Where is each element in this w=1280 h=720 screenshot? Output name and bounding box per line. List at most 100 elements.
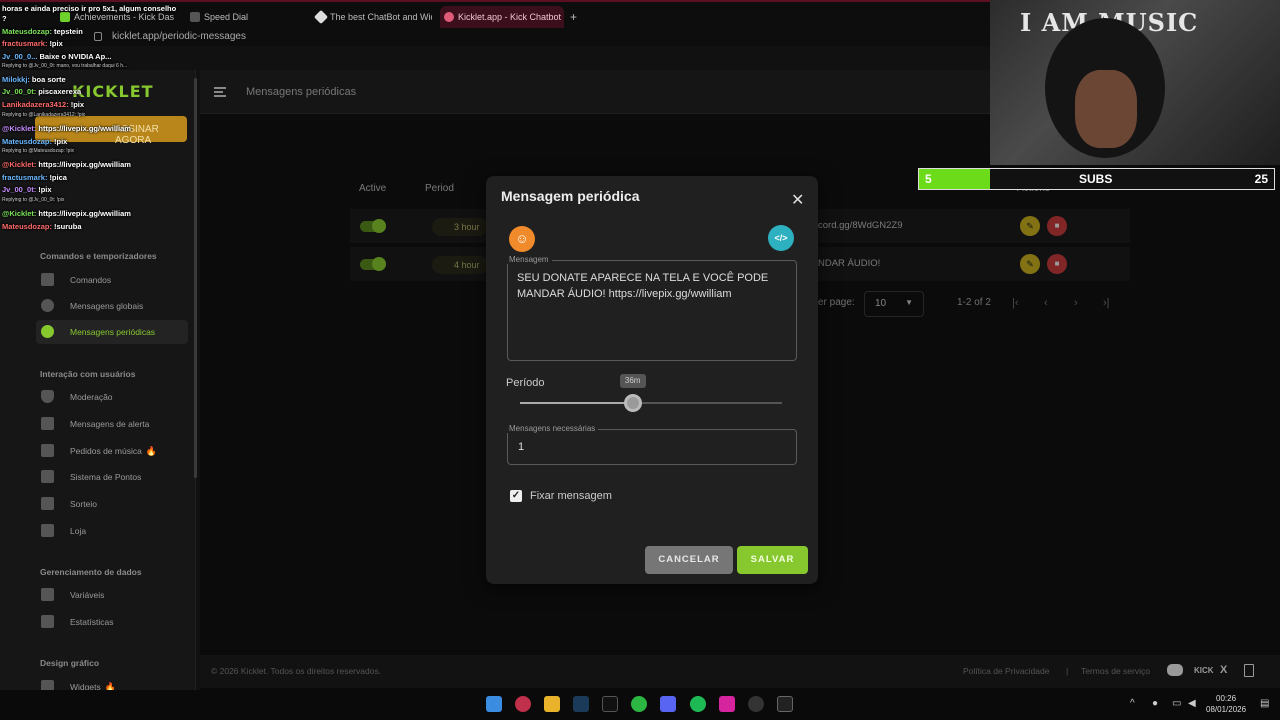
chat-text: https://livepix.gg/wwilliam (38, 124, 131, 133)
chat-bubble-icon (41, 299, 54, 312)
sidebar-item-moderacao[interactable]: Moderação (36, 385, 188, 409)
footer-separator: | (1066, 666, 1069, 676)
chat-username: Jv_00_0t: (2, 87, 37, 96)
sidebar-item-loja[interactable]: Loja (36, 519, 188, 543)
sidebar-item-comandos[interactable]: Comandos (36, 268, 188, 292)
chevron-up-icon[interactable]: ^ (1130, 698, 1135, 709)
volume-icon[interactable]: ◀ (1188, 698, 1196, 709)
sidebar-item-mensagens-globais[interactable]: Mensagens globais (36, 294, 188, 318)
chat-text: !pix (38, 185, 52, 194)
instagram-icon[interactable] (719, 696, 735, 712)
chat-message: @Kicklet: https://livepix.gg/wwilliam (2, 160, 131, 169)
sidebar-item-mensagens-periodicas[interactable]: Mensagens periódicas (36, 320, 188, 344)
steam-icon[interactable] (573, 696, 589, 712)
microphone-icon[interactable]: ● (1152, 698, 1158, 709)
chat-text: Replying to @Lanikadazera3412: !pix (2, 112, 86, 118)
period-slider-track[interactable] (520, 402, 782, 404)
chat-message: Jv_00_0t: piscaxerexa (2, 87, 81, 96)
chat-text: Replying to @Mateusdozap: !pix (2, 148, 75, 154)
tiktok-icon[interactable] (602, 696, 618, 712)
chat-message: Mateusdozap: tepstein (2, 27, 83, 36)
spotify-icon[interactable] (690, 696, 706, 712)
period-slider-thumb[interactable] (623, 394, 642, 412)
widget-icon (41, 680, 54, 690)
chat-username: Lanikadazera3412: (2, 100, 69, 109)
chat-message: ? (2, 14, 7, 23)
tab-kicklet[interactable]: Kicklet.app - Kick Chatbot (440, 6, 564, 28)
chat-username: fractusmark: (2, 173, 48, 182)
music-note-icon (41, 444, 54, 457)
required-messages-input[interactable]: 1 (507, 429, 797, 465)
discord-icon[interactable] (1167, 664, 1183, 676)
section-design-title: Design gráfico (40, 658, 100, 668)
periodic-message-dialog: Mensagem periódica ✕ ☺ </> SEU DONATE AP… (486, 176, 818, 584)
pin-message-checkbox[interactable]: ✓ (510, 490, 522, 502)
wrench-icon (41, 273, 54, 286)
page-title: Mensagens periódicas (246, 86, 357, 98)
close-icon[interactable]: ✕ (791, 190, 804, 210)
sidebar-item-sorteio[interactable]: Sorteio (36, 492, 188, 516)
chatbot-icon (313, 9, 329, 25)
chat-reply-line: Replying to @Lanikadazera3412: !pix (2, 112, 85, 118)
privacy-link[interactable]: Política de Privacidade (963, 666, 1049, 676)
stream-chat-overlay: horas e ainda preciso ir pro 5x1, algum … (0, 0, 200, 240)
discord-icon[interactable] (660, 696, 676, 712)
x-icon[interactable]: X (1220, 664, 1227, 676)
document-icon[interactable] (1244, 664, 1254, 677)
chat-username: fractusmark: (2, 39, 48, 48)
period-slider-tooltip: 36m (619, 374, 646, 388)
chat-message: Mateusdozap: !suruba (2, 222, 82, 231)
chat-text: horas e ainda preciso ir pro 5x1, algum … (2, 4, 177, 13)
chat-message: Jv_00_0t: !pix (2, 185, 52, 194)
chat-message: fractusmark: !pix (2, 39, 63, 48)
chat-reply-line: Replying to @Mateusdozap: !pix (2, 148, 74, 154)
section-interaction-title: Interação com usuários (40, 369, 136, 379)
tab-chatbot[interactable]: The best ChatBot and Wid (312, 6, 432, 28)
chat-message: @Kicklet: https://livepix.gg/wwilliam (2, 209, 131, 218)
kicklet-icon (444, 12, 454, 22)
emoji-icon[interactable]: ☺ (509, 226, 535, 252)
sidebar-item-pedidos-musica[interactable]: Pedidos de música 🔥 (36, 439, 188, 463)
new-tab-button[interactable]: + (566, 6, 582, 28)
bar-chart-icon (41, 615, 54, 628)
tab-speed-dial[interactable]: Speed Dial (186, 6, 296, 28)
chat-message: fractusmark: !pica (2, 173, 67, 182)
chat-text: !pix (49, 39, 63, 48)
sidebar-item-sistema-pontos[interactable]: Sistema de Pontos (36, 465, 188, 489)
save-button[interactable]: SALVAR (737, 546, 808, 574)
opera-icon[interactable] (515, 696, 531, 712)
sidebar-item-estatisticas[interactable]: Estatísticas (36, 610, 188, 634)
sidebar-item-widgets[interactable]: Widgets 🔥 (36, 675, 188, 690)
pin-message-label: Fixar mensagem (530, 490, 612, 502)
webcam-overlay: I AM MUSIC (990, 0, 1280, 165)
chat-text: Baixe o NVIDIA Ap... (39, 52, 112, 61)
windows-start-icon[interactable] (486, 696, 502, 712)
shield-icon (41, 390, 54, 403)
code-icon[interactable]: </> (768, 225, 794, 251)
chat-text: !pica (49, 173, 67, 182)
subs-goal-bar: 5 SUBS 25 (918, 168, 1275, 190)
sidebar-item-variaveis[interactable]: Variáveis (36, 583, 188, 607)
kick-icon[interactable]: KICK (1194, 666, 1214, 675)
folder-icon[interactable] (544, 696, 560, 712)
chat-reply-line: Replying to @Jv_00_0t: !pix (2, 197, 64, 203)
notification-icon[interactable]: ▤ (1260, 698, 1269, 709)
settings-icon[interactable] (748, 696, 764, 712)
menu-icon[interactable] (214, 87, 226, 97)
chat-username: Mateusdozap: (2, 27, 53, 36)
clock[interactable]: 00:26 08/01/2026 (1206, 693, 1246, 715)
cancel-button[interactable]: CANCELAR (645, 546, 733, 574)
message-textarea[interactable]: SEU DONATE APARECE NA TELA E VOCÊ PODE M… (507, 260, 797, 361)
section-data-title: Gerenciamento de dados (40, 567, 142, 577)
chat-username: Mateusdozap: (2, 137, 53, 146)
network-icon[interactable]: ▭ (1172, 698, 1181, 709)
taskbar: ^ ● ▭ ◀ 00:26 08/01/2026 ▤ (0, 690, 1280, 720)
epic-games-icon[interactable] (777, 696, 793, 712)
footer: © 2026 Kicklet. Todos os direitos reserv… (200, 655, 1280, 688)
chat-message: Mateusdozap: !pix (2, 137, 67, 146)
sidebar-item-mensagens-alerta[interactable]: Mensagens de alerta (36, 412, 188, 436)
whatsapp-icon[interactable] (631, 696, 647, 712)
terms-link[interactable]: Termos de serviço (1081, 666, 1150, 676)
period-slider-fill (520, 402, 633, 404)
chat-text: !pix (54, 137, 68, 146)
